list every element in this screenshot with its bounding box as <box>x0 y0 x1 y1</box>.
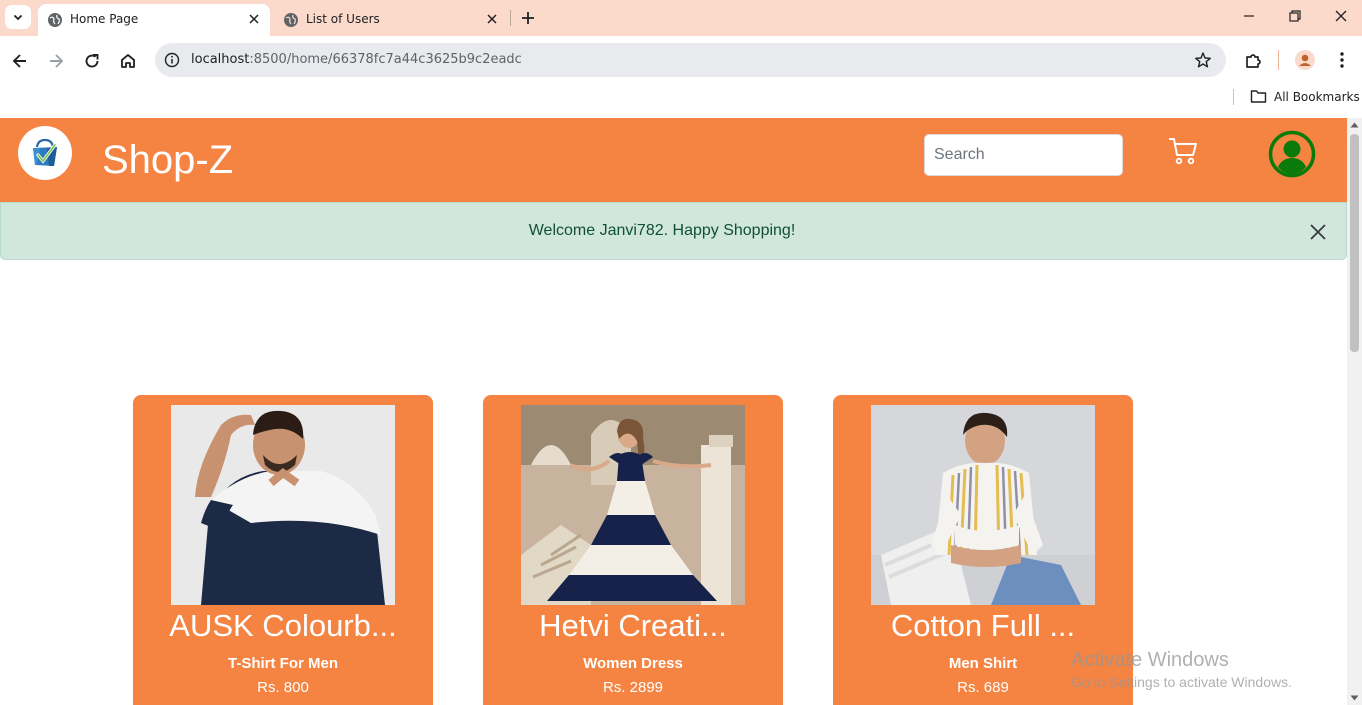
product-image[interactable] <box>171 405 395 605</box>
home-icon[interactable] <box>119 52 137 70</box>
scroll-up-arrow-icon[interactable] <box>1350 121 1359 129</box>
tab-search-button[interactable] <box>5 5 31 29</box>
tab-home-page[interactable]: Home Page <box>38 4 270 36</box>
tab-title: List of Users <box>306 12 380 26</box>
profile-avatar-icon[interactable] <box>1295 50 1315 70</box>
minimize-icon[interactable] <box>1242 9 1256 23</box>
folder-icon[interactable] <box>1250 89 1267 104</box>
shirt-product-photo <box>871 405 1095 605</box>
product-price: Rs. 800 <box>257 679 309 696</box>
brand-name[interactable]: Shop-Z <box>102 138 233 183</box>
product-title[interactable]: AUSK Colourb... <box>133 608 433 644</box>
search-input[interactable] <box>924 134 1123 176</box>
close-window-icon[interactable] <box>1334 9 1348 23</box>
toolbar-divider <box>1278 50 1279 70</box>
product-image[interactable] <box>871 405 1095 605</box>
site-navbar: Shop-Z <box>0 118 1347 202</box>
tab-title: Home Page <box>70 12 139 26</box>
restore-icon[interactable] <box>1288 9 1302 23</box>
product-card[interactable]: Hetvi Creati... Women Dress Rs. 2899 <box>483 395 783 705</box>
url-path: :8500/home/66378fc7a44c3625b9c2eadc <box>249 52 522 67</box>
reload-icon[interactable] <box>83 52 101 70</box>
bookmarks-bar <box>0 84 1362 118</box>
user-profile-icon[interactable] <box>1268 130 1316 178</box>
new-tab-icon[interactable] <box>518 8 538 28</box>
site-info-icon[interactable] <box>164 52 180 68</box>
activate-windows-subtitle: Go to Settings to activate Windows. <box>1071 674 1292 690</box>
tab-strip: Home Page List of Users <box>0 0 1362 36</box>
tab-divider <box>510 10 511 26</box>
all-bookmarks-label[interactable]: All Bookmarks <box>1274 90 1360 104</box>
back-arrow-icon[interactable] <box>11 52 29 70</box>
product-title[interactable]: Cotton Full ... <box>833 608 1133 644</box>
welcome-alert: Welcome Janvi782. Happy Shopping! <box>0 202 1347 260</box>
shopping-bag-logo-icon <box>33 138 57 166</box>
cart-icon[interactable] <box>1167 136 1199 166</box>
scrollbar-thumb[interactable] <box>1350 134 1359 352</box>
close-icon[interactable] <box>1309 223 1327 241</box>
more-menu-icon[interactable] <box>1334 51 1350 69</box>
url-host: localhost <box>191 52 250 67</box>
product-image[interactable] <box>521 405 745 605</box>
close-tab-icon[interactable] <box>486 13 498 25</box>
shop-logo[interactable] <box>18 126 72 180</box>
activate-windows-title: Activate Windows <box>1071 649 1229 671</box>
product-price: Rs. 2899 <box>602 679 664 696</box>
forward-arrow-icon[interactable] <box>47 52 65 70</box>
welcome-message: Welcome Janvi782. Happy Shopping! <box>528 222 796 239</box>
page-viewport: Shop-Z Welcome Janvi782. Happy Shopping! <box>0 118 1347 705</box>
tab-list-of-users[interactable]: List of Users <box>274 4 508 36</box>
product-category: T-Shirt For Men <box>228 655 338 672</box>
extensions-icon[interactable] <box>1243 51 1263 71</box>
url-text[interactable]: localhost:8500/home/66378fc7a44c3625b9c2… <box>191 52 522 67</box>
dress-product-photo <box>521 405 745 605</box>
product-title[interactable]: Hetvi Creati... <box>483 608 783 644</box>
address-bar[interactable]: localhost:8500/home/66378fc7a44c3625b9c2… <box>155 43 1226 77</box>
bookmarks-divider <box>1233 89 1234 105</box>
close-tab-icon[interactable] <box>248 13 260 25</box>
chevron-down-icon <box>13 14 23 21</box>
globe-icon <box>48 13 62 27</box>
product-card[interactable]: AUSK Colourb... T-Shirt For Men Rs. 800 <box>133 395 433 705</box>
bookmark-star-icon[interactable] <box>1194 51 1212 69</box>
tshirt-product-photo <box>171 405 395 605</box>
product-category: Women Dress <box>583 655 683 672</box>
globe-icon <box>284 13 298 27</box>
scroll-down-arrow-icon[interactable] <box>1350 694 1359 702</box>
